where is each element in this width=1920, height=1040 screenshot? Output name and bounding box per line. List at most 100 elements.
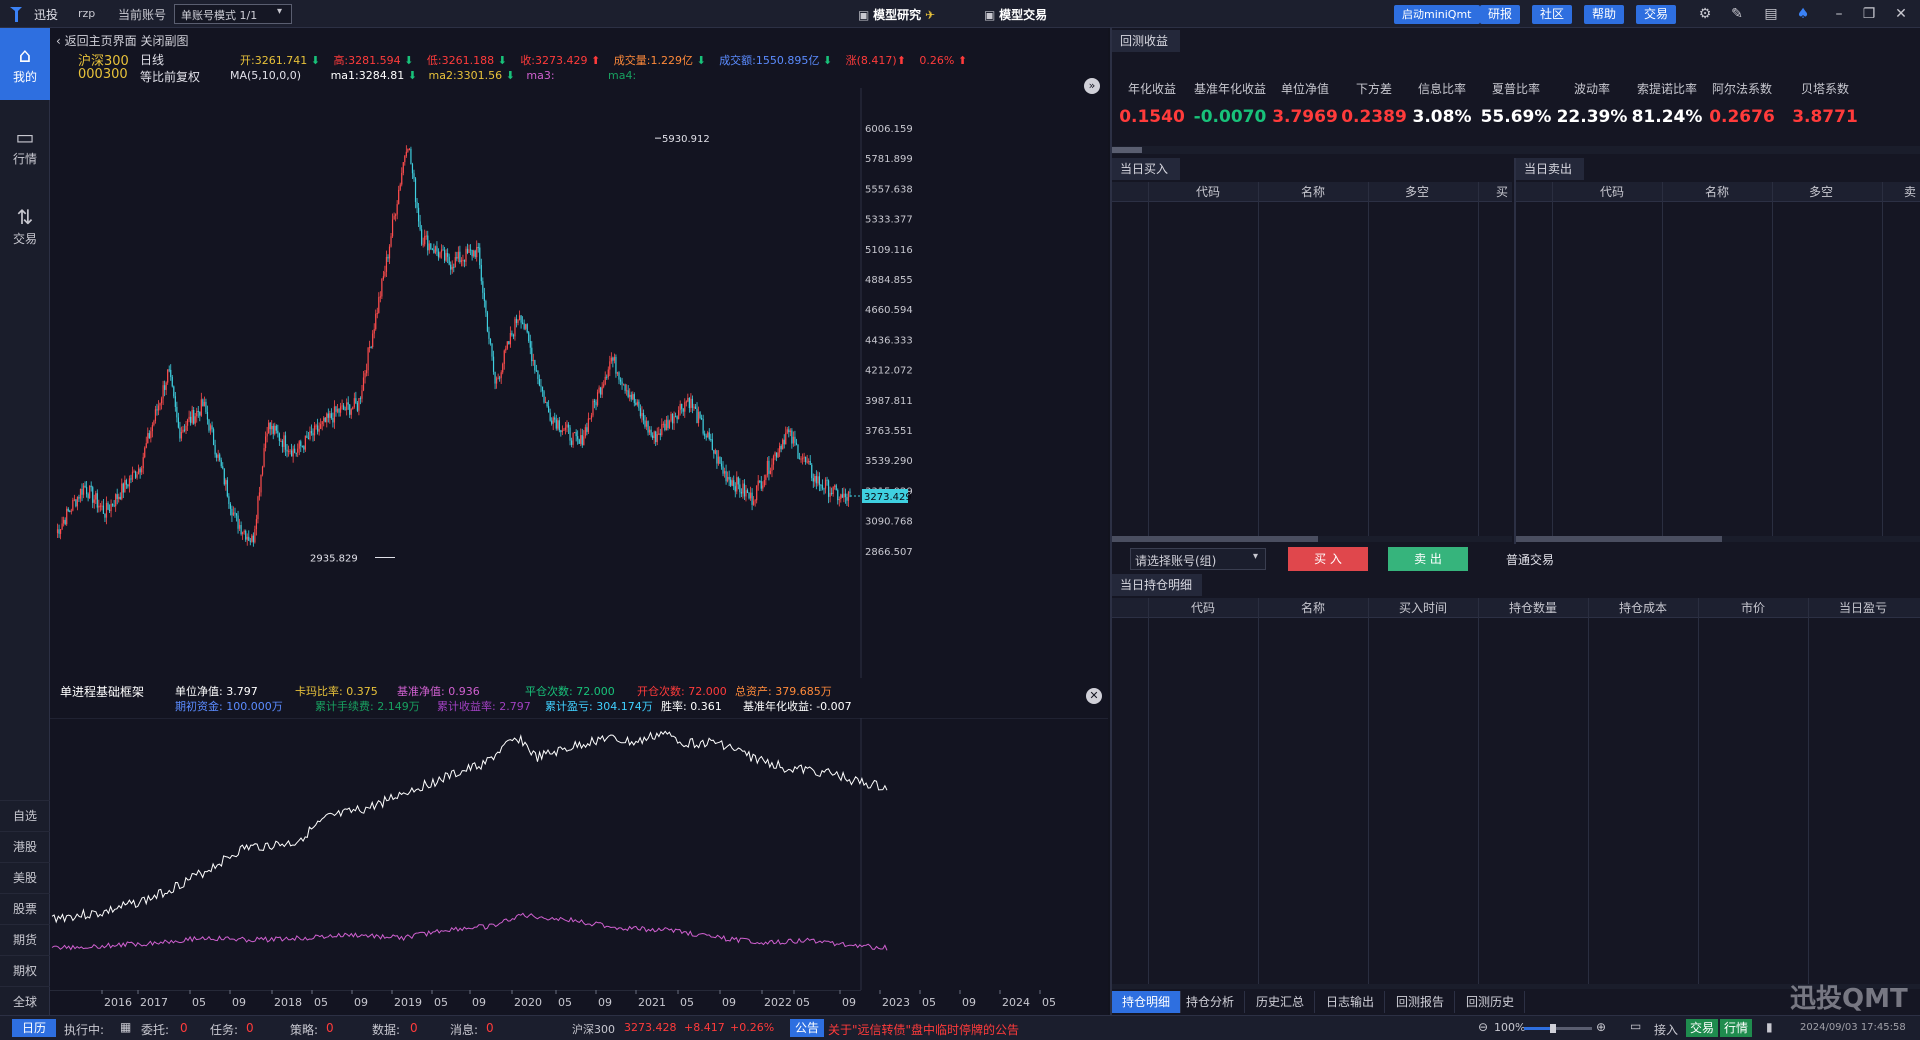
market-stock[interactable]: 股票 <box>0 893 50 924</box>
market-futures[interactable]: 期货 <box>0 924 50 955</box>
candle <box>519 311 520 321</box>
help-button[interactable]: 帮助 <box>1584 5 1624 24</box>
y-tick-label: 2866.507 <box>865 547 913 558</box>
index-name[interactable]: 沪深300 <box>572 1021 615 1037</box>
metric-label: 阿尔法系数 <box>1702 80 1782 97</box>
x-tick-label: 05 <box>434 996 448 1009</box>
back-link[interactable]: ‹ 返回主页界面 关闭副图 <box>56 32 189 49</box>
scrollbar-thumb[interactable] <box>1112 147 1142 153</box>
market-us[interactable]: 美股 <box>0 862 50 893</box>
community-button[interactable]: 社区 <box>1532 5 1572 24</box>
candle <box>562 425 563 435</box>
user-name[interactable]: rzp <box>78 7 95 20</box>
candle <box>843 487 844 502</box>
adjust-mode[interactable]: 等比前复权 <box>140 68 200 85</box>
col-header[interactable]: 市价 <box>1698 598 1808 618</box>
sidebar-item-quote[interactable]: ▭ 行情 <box>0 124 50 184</box>
shirt-icon[interactable]: ♠ <box>1792 3 1814 25</box>
minimize-icon[interactable]: – <box>1828 3 1850 25</box>
market-options[interactable]: 期权 <box>0 955 50 986</box>
account-group-select[interactable]: 请选择账号(组) ▾ <box>1130 548 1266 570</box>
trade-status[interactable]: 交易 <box>1686 1019 1718 1037</box>
price-chart[interactable]: 6006.1595781.8995557.6385333.3775109.116… <box>50 88 1108 678</box>
sidebar-item-mine[interactable]: ⌂ 我的 <box>0 28 50 100</box>
data-label[interactable]: 数据: <box>372 1021 400 1038</box>
bottom-tab[interactable]: 持仓分析 <box>1176 991 1245 1013</box>
candle <box>150 427 151 442</box>
notice-text[interactable]: 关于"远信转债"盘中临时停牌的公告 <box>828 1021 1019 1038</box>
col-header[interactable]: 买入时间 <box>1368 598 1478 618</box>
buy-scrollbar[interactable] <box>1112 536 1512 542</box>
col-header[interactable]: 持仓成本 <box>1588 598 1698 618</box>
task-label[interactable]: 任务: <box>210 1021 238 1038</box>
calendar-button[interactable]: 日历 <box>12 1019 56 1037</box>
bottom-tab[interactable]: 日志输出 <box>1316 991 1385 1013</box>
strategy-label[interactable]: 策略: <box>290 1021 318 1038</box>
metric-value: 3.7969 <box>1265 107 1345 127</box>
candle <box>751 488 752 510</box>
stat-value: 0.375 <box>343 685 378 698</box>
candle <box>110 499 111 517</box>
research-report-button[interactable]: 研报 <box>1480 5 1520 24</box>
candle <box>320 418 321 429</box>
metrics-scrollbar[interactable] <box>1112 146 1920 154</box>
notice-badge[interactable]: 公告 <box>790 1019 824 1037</box>
entrust-label[interactable]: 委托: <box>141 1021 169 1038</box>
candle <box>753 496 754 506</box>
quote-status[interactable]: 行情 <box>1720 1019 1752 1037</box>
candle <box>505 346 506 353</box>
start-miniqmt-button[interactable]: 启动miniQmt <box>1394 5 1480 24</box>
zoom-out-icon[interactable]: ⊖ <box>1478 1020 1488 1034</box>
stat-label: 卡玛比率: <box>295 685 343 698</box>
close-icon[interactable]: ✕ <box>1890 3 1912 25</box>
msg-label[interactable]: 消息: <box>450 1021 478 1038</box>
equity-chart[interactable] <box>50 718 1108 990</box>
stat-value: 379.685万 <box>772 685 832 698</box>
candle <box>629 388 630 401</box>
market-watchlist[interactable]: 自选 <box>0 800 50 831</box>
layout-icon[interactable]: ▤ <box>1760 3 1782 25</box>
bottom-tab[interactable]: 持仓明细 <box>1112 991 1181 1013</box>
model-trade-tab[interactable]: ▣ 模型交易 <box>984 6 1047 23</box>
zoom-slider[interactable] <box>1524 1027 1592 1030</box>
stat-item: 期初资金: 100.000万 <box>175 698 283 714</box>
gear-icon[interactable]: ⚙ <box>1694 3 1716 25</box>
index-price: 3273.428 <box>624 1021 677 1034</box>
restore-icon[interactable]: ❐ <box>1858 3 1880 25</box>
bottom-tab[interactable]: 回测报告 <box>1386 991 1455 1013</box>
zoom-in-icon[interactable]: ⊕ <box>1596 1020 1606 1034</box>
account-mode-select[interactable]: 单账号模式 1/1 ▾ <box>174 4 292 24</box>
bottom-tab[interactable]: 回测历史 <box>1456 991 1525 1013</box>
candle <box>181 427 182 442</box>
col-header[interactable]: 名称 <box>1258 598 1368 618</box>
sell-button[interactable]: 卖 出 <box>1388 547 1468 571</box>
close-subchart-link[interactable]: 关闭副图 <box>140 34 188 48</box>
x-tick-label: 05 <box>922 996 936 1009</box>
candle <box>130 475 131 483</box>
close-circle-icon[interactable]: ✕ <box>1086 688 1102 704</box>
market-global[interactable]: 全球 <box>0 986 50 1017</box>
market-hk[interactable]: 港股 <box>0 831 50 862</box>
msg-count: 0 <box>486 1021 494 1035</box>
candle <box>273 423 274 439</box>
candle <box>805 457 806 465</box>
model-research-label: 模型研究 <box>873 8 921 22</box>
edit-icon[interactable]: ✎ <box>1726 3 1748 25</box>
trade-button[interactable]: 交易 <box>1636 5 1676 24</box>
chart-period[interactable]: 日线 <box>140 51 164 68</box>
candle <box>488 327 489 345</box>
access-label[interactable]: 接入 <box>1654 1021 1678 1038</box>
sell-scrollbar[interactable] <box>1516 536 1920 542</box>
candle <box>551 417 552 425</box>
bottom-tab[interactable]: 历史汇总 <box>1246 991 1315 1013</box>
candle <box>779 443 780 457</box>
candle <box>625 384 626 394</box>
normal-trade-link[interactable]: 普通交易 <box>1506 551 1554 568</box>
sidebar-item-trade[interactable]: ⇅ 交易 <box>0 204 50 264</box>
col-header[interactable]: 代码 <box>1148 598 1258 618</box>
buy-button[interactable]: 买 入 <box>1288 547 1368 571</box>
model-research-tab[interactable]: ▣ 模型研究 ✈ <box>858 6 935 23</box>
close-label: 收: <box>520 54 535 67</box>
col-header[interactable]: 当日盈亏 <box>1808 598 1918 618</box>
col-header[interactable]: 持仓数量 <box>1478 598 1588 618</box>
